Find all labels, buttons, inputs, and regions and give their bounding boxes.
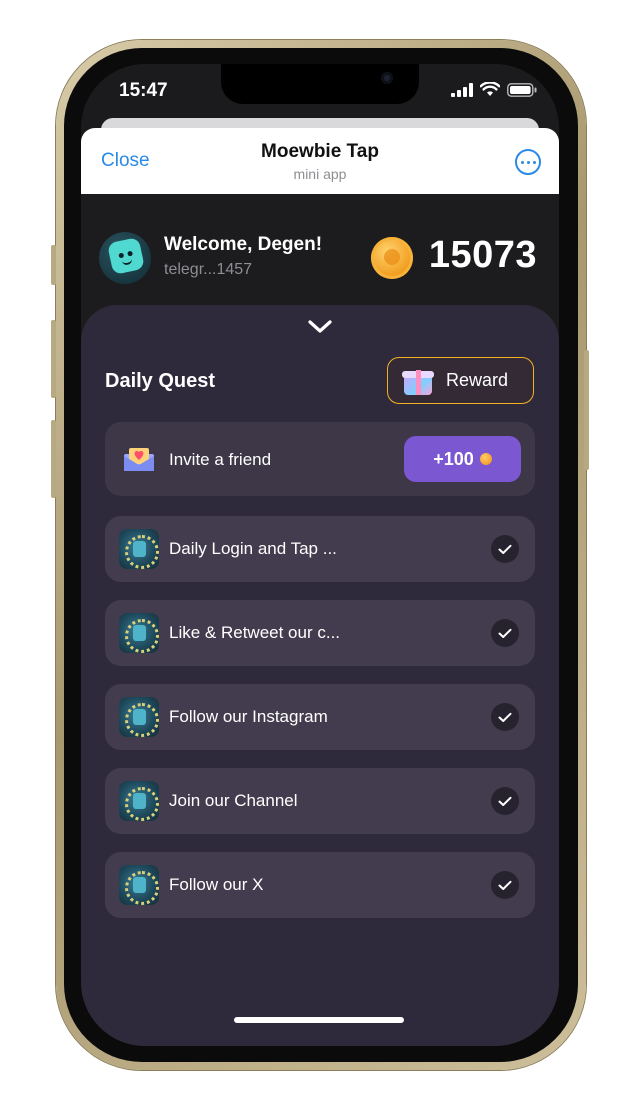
avatar[interactable] bbox=[99, 232, 151, 284]
quest-label: Invite a friend bbox=[169, 450, 272, 469]
phone-screen: 15:47 Close Moewbie Tap mini app Welcome… bbox=[81, 64, 559, 1046]
quest-item-like-retweet[interactable]: Like & Retweet our c... bbox=[105, 600, 535, 666]
coin-icon bbox=[371, 237, 413, 279]
quest-label: Join our Channel bbox=[169, 791, 298, 810]
user-handle: telegr...1457 bbox=[164, 261, 253, 278]
quest-label: Like & Retweet our c... bbox=[169, 623, 341, 642]
silent-switch bbox=[51, 245, 56, 285]
front-camera bbox=[381, 72, 393, 84]
home-indicator[interactable] bbox=[234, 1017, 404, 1023]
dot-icon bbox=[532, 160, 536, 164]
daily-quest-title: Daily Quest bbox=[105, 370, 216, 392]
reward-label: Reward bbox=[446, 370, 509, 390]
claim-reward-button[interactable]: +100 bbox=[404, 436, 521, 482]
daily-quest-sheet: Daily Quest Reward Invite a friend +100 bbox=[81, 305, 559, 1046]
dot-icon bbox=[520, 160, 524, 164]
chevron-down-icon[interactable] bbox=[305, 319, 335, 335]
quest-label: Follow our Instagram bbox=[169, 707, 328, 726]
quest-label: Follow our X bbox=[169, 875, 264, 894]
quest-badge-icon bbox=[119, 781, 159, 821]
quest-item-join-channel[interactable]: Join our Channel bbox=[105, 768, 535, 834]
welcome-text: Welcome, Degen! bbox=[164, 234, 323, 255]
coin-icon bbox=[479, 453, 492, 465]
coin-balance: 15073 bbox=[428, 234, 537, 276]
quest-item-invite-friend[interactable]: Invite a friend +100 bbox=[105, 422, 535, 496]
quest-badge-icon bbox=[119, 865, 159, 905]
checkmark-icon bbox=[491, 535, 519, 563]
mini-app-subtitle: mini app bbox=[293, 166, 347, 182]
telegram-header: Close Moewbie Tap mini app bbox=[81, 128, 559, 194]
wifi-icon bbox=[480, 82, 500, 96]
avatar-face-icon bbox=[107, 237, 145, 275]
claim-amount: +100 bbox=[433, 448, 474, 469]
battery-icon bbox=[507, 82, 537, 97]
quest-item-daily-login[interactable]: Daily Login and Tap ... bbox=[105, 516, 535, 582]
mini-app-title: Moewbie Tap bbox=[261, 141, 379, 162]
quest-item-follow-instagram[interactable]: Follow our Instagram bbox=[105, 684, 535, 750]
checkmark-icon bbox=[491, 787, 519, 815]
avatar-mouth bbox=[121, 258, 133, 266]
quest-item-follow-x[interactable]: Follow our X bbox=[105, 852, 535, 918]
reward-button[interactable]: Reward bbox=[387, 357, 534, 404]
status-icons bbox=[451, 82, 537, 97]
quest-label: Daily Login and Tap ... bbox=[169, 539, 337, 558]
avatar-eye bbox=[127, 250, 134, 257]
status-bar: 15:47 bbox=[81, 64, 559, 124]
quest-badge-icon bbox=[119, 529, 159, 569]
status-time: 15:47 bbox=[119, 80, 168, 101]
signal-icon bbox=[451, 82, 473, 97]
notch bbox=[221, 64, 419, 104]
envelope-heart-icon bbox=[124, 448, 154, 471]
app-body: Welcome, Degen! telegr...1457 15073 Dail… bbox=[81, 194, 559, 1046]
dot-icon bbox=[526, 160, 530, 164]
volume-up-button bbox=[51, 320, 56, 398]
quest-badge-icon bbox=[119, 697, 159, 737]
gift-icon bbox=[402, 366, 434, 396]
power-button bbox=[584, 350, 589, 470]
more-options-button[interactable] bbox=[515, 149, 541, 175]
quest-badge-icon bbox=[119, 613, 159, 653]
checkmark-icon bbox=[491, 703, 519, 731]
checkmark-icon bbox=[491, 871, 519, 899]
checkmark-icon bbox=[491, 619, 519, 647]
avatar-eye bbox=[118, 252, 125, 259]
volume-down-button bbox=[51, 420, 56, 498]
